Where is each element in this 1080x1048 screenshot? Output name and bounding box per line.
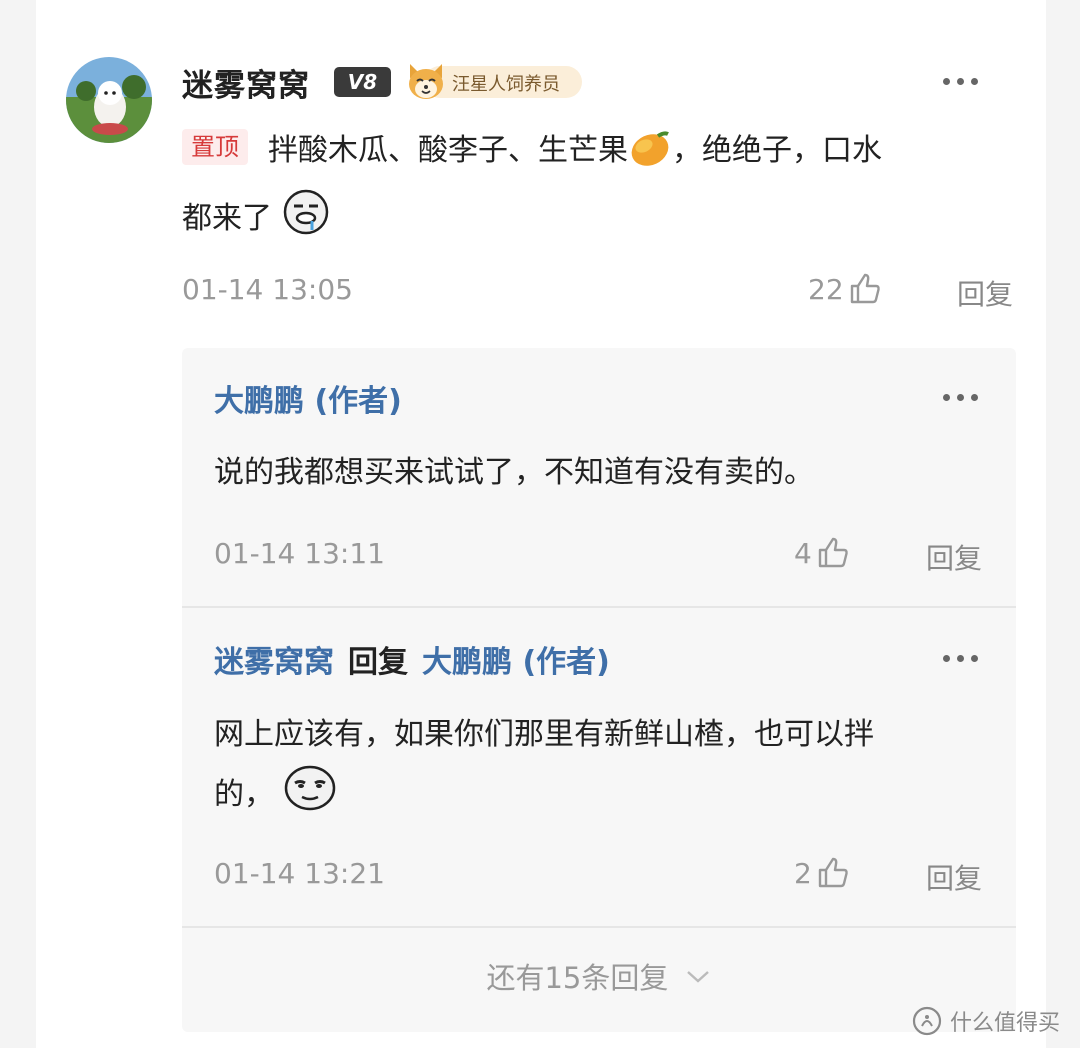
reply-text: 说的我都想买来试试了，不知道有没有卖的。 [214,455,814,490]
comment-time: 01-14 13:05 [182,273,353,306]
reply-button[interactable]: 回复 [957,273,1013,313]
like-button[interactable]: 2 [794,856,850,890]
smirk-face-emoji [284,764,336,832]
pin-badge: 置顶 [182,129,248,165]
comment-text: 置顶 拌酸木瓜、酸李子、生芒果 ，绝绝子，口水 都来了 [182,122,1002,256]
reply-button[interactable]: 回复 [926,537,982,577]
like-button[interactable]: 4 [794,536,850,570]
more-dots-icon[interactable] [943,655,978,662]
like-button[interactable]: 22 [808,272,882,306]
reply-line2: 的， [214,777,274,812]
comment-line2: 都来了 [182,201,272,236]
reply-header: 大鹏鹏 (作者) [214,376,402,420]
divider [182,926,1016,928]
reply-header: 迷雾窝窝 回复 大鹏鹏 (作者) [214,637,610,681]
level-badge: V8 [334,67,391,97]
reply-author[interactable]: 大鹏鹏 (作者) [214,384,402,419]
fan-medal[interactable]: 汪星人饲养员 [404,60,582,102]
thumbs-up-icon [818,857,848,888]
more-replies-label: 还有15条回复 [486,961,669,995]
medal-label: 汪星人饲养员 [452,74,560,95]
reply-target[interactable]: 大鹏鹏 (作者) [422,645,610,680]
chevron-down-icon [686,971,709,983]
divider [182,606,1016,608]
comment-line1: 拌酸木瓜、酸李子、生芒果 [268,133,628,168]
reply-button[interactable]: 回复 [926,857,982,897]
more-dots-icon[interactable] [943,78,978,85]
shiba-dog-icon [409,64,443,99]
smzdm-logo-icon [912,1006,942,1036]
comment-line1-tail: ，绝绝子，口水 [672,133,882,168]
drooling-face-emoji [282,188,330,256]
reply-word: 回复 [348,645,408,680]
reply-text: 网上应该有，如果你们那里有新鲜山楂，也可以拌 的， [214,706,1004,832]
like-count: 2 [794,856,812,890]
reply-line1: 网上应该有，如果你们那里有新鲜山楂，也可以拌 [214,717,874,752]
reply-time: 01-14 13:11 [214,537,385,570]
watermark: 什么值得买 [912,1005,1060,1037]
like-count: 4 [794,536,812,570]
mango-emoji [628,128,672,188]
more-replies-button[interactable]: 还有15条回复 [182,955,1016,997]
like-count: 22 [808,272,844,306]
thumbs-up-icon [850,273,880,304]
reply-time: 01-14 13:21 [214,857,385,890]
avatar[interactable] [66,57,152,143]
username[interactable]: 迷雾窝窝 [182,60,310,105]
reply-author[interactable]: 迷雾窝窝 [214,645,334,680]
more-dots-icon[interactable] [943,394,978,401]
thumbs-up-icon [818,537,848,568]
watermark-text: 什么值得买 [950,1011,1061,1036]
